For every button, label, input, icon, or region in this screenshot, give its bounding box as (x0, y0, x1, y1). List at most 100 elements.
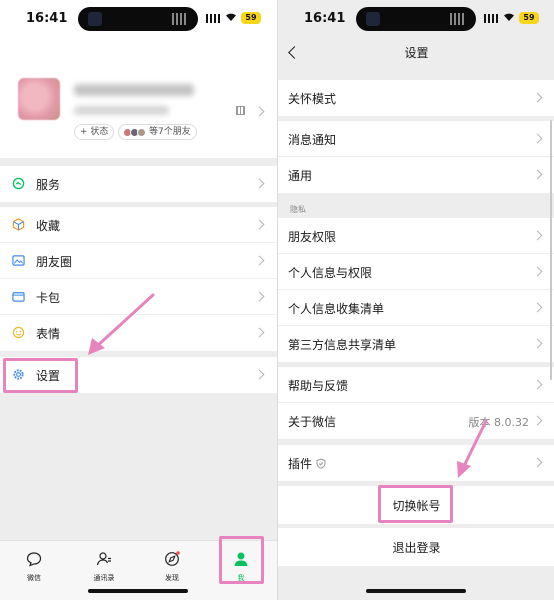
menu-item-label: 服务 (36, 178, 61, 192)
me-tab-highlight-box (219, 536, 264, 584)
moments-icon (12, 255, 25, 266)
qr-code-icon[interactable] (236, 106, 245, 115)
tab-label: 通讯录 (93, 574, 115, 582)
menu-item-label: 表情 (36, 327, 61, 341)
home-indicator (88, 589, 188, 593)
chevron-right-icon (532, 457, 543, 468)
chevron-right-icon (254, 327, 265, 338)
profile-header[interactable]: + 状态 等7个朋友 (0, 36, 277, 158)
friend-avatar (137, 128, 146, 137)
service-icon (12, 177, 25, 190)
settings-info-collection[interactable]: 个人信息收集清单 (278, 290, 554, 326)
contacts-icon (96, 552, 111, 566)
chevron-right-icon (254, 369, 265, 380)
settings-notifications[interactable]: 消息通知 (278, 121, 554, 157)
chevron-right-icon (532, 266, 543, 277)
dynamic-island (356, 7, 476, 31)
chevron-right-icon (254, 291, 265, 302)
home-indicator (366, 589, 466, 593)
chevron-right-icon (532, 338, 543, 349)
row-label: 插件 (288, 457, 313, 471)
tab-discover[interactable]: 发现 (152, 548, 192, 588)
logout-label: 退出登录 (392, 541, 441, 555)
row-label: 帮助与反馈 (288, 379, 349, 393)
switch-account-highlight-box (378, 485, 453, 523)
shield-icon (316, 458, 326, 469)
settings-personal-info[interactable]: 个人信息与权限 (278, 254, 554, 290)
chevron-right-icon (532, 169, 543, 180)
status-time: 16:41 (304, 11, 346, 26)
status-bar: 16:41 59 (0, 0, 277, 36)
row-label: 第三方信息共享清单 (288, 338, 397, 352)
blurred-nickname (74, 84, 194, 96)
nav-bar: 设置 (278, 36, 554, 68)
settings-highlight-box (3, 358, 78, 393)
settings-friend-permissions[interactable]: 朋友权限 (278, 218, 554, 254)
menu-item-favorites[interactable]: 收藏 (0, 207, 277, 243)
chevron-right-icon (532, 415, 543, 426)
row-label: 朋友权限 (288, 230, 337, 244)
menu-item-service[interactable]: 服务 (0, 166, 277, 202)
battery-indicator: 59 (519, 12, 539, 24)
row-label: 通用 (288, 169, 313, 183)
tab-chats[interactable]: 微信 (14, 548, 54, 588)
privacy-group-label: 隐私 (290, 205, 306, 214)
me-screen: 16:41 59 + 状态 等7个朋友 服务 收藏 朋友圈 卡包 表情 设置 微… (0, 0, 277, 600)
tab-label: 发现 (165, 574, 179, 582)
chevron-right-icon (532, 133, 543, 144)
status-button[interactable]: + 状态 (74, 124, 115, 140)
page-title: 设置 (404, 46, 429, 60)
settings-general[interactable]: 通用 (278, 157, 554, 193)
chevron-right-icon (254, 219, 265, 230)
row-label: 个人信息收集清单 (288, 302, 385, 316)
pointer-arrow (88, 293, 155, 355)
status-bar: 16:41 59 (278, 0, 554, 36)
settings-third-party-sharing[interactable]: 第三方信息共享清单 (278, 326, 554, 362)
avatar[interactable] (18, 78, 60, 120)
settings-plugins[interactable]: 插件 (278, 445, 554, 481)
signal-icon (206, 14, 220, 23)
island-app-icon (366, 12, 380, 26)
chevron-right-icon (532, 230, 543, 241)
settings-about[interactable]: 关于微信 版本 8.0.32 (278, 403, 554, 439)
chevron-right-icon (532, 302, 543, 313)
settings-screen: 16:41 59 设置 关怀模式 消息通知 通用 隐私 朋友权限 个人信息与权限 (277, 0, 554, 600)
row-label: 个人信息与权限 (288, 266, 373, 280)
settings-care-mode[interactable]: 关怀模式 (278, 80, 554, 116)
status-time: 16:41 (26, 11, 68, 26)
chevron-right-icon (532, 92, 543, 103)
friends-count-label: 等7个朋友 (149, 127, 191, 137)
chat-icon (26, 552, 42, 567)
card-wallet-icon (12, 292, 25, 302)
chevron-right-icon (254, 106, 265, 117)
chevron-right-icon (254, 178, 265, 189)
discover-icon (165, 551, 180, 566)
menu-item-moments[interactable]: 朋友圈 (0, 243, 277, 279)
favorites-icon (12, 218, 25, 231)
battery-indicator: 59 (241, 12, 261, 24)
dynamic-island (78, 7, 198, 31)
menu-item-label: 朋友圈 (36, 255, 73, 269)
chevron-right-icon (254, 255, 265, 266)
menu-item-label: 收藏 (36, 219, 61, 233)
tab-label: 微信 (27, 574, 41, 582)
audio-wave-icon (450, 13, 464, 25)
row-label: 关于微信 (288, 415, 337, 429)
signal-icon (484, 14, 498, 23)
tab-contacts[interactable]: 通讯录 (84, 548, 124, 588)
row-label: 消息通知 (288, 133, 337, 147)
pointer-arrow (457, 419, 488, 478)
scrollbar[interactable] (550, 120, 552, 380)
audio-wave-icon (172, 13, 186, 25)
wifi-icon (226, 13, 236, 21)
friends-status-chip[interactable]: 等7个朋友 (118, 124, 197, 140)
sticker-icon (12, 326, 25, 339)
settings-help-feedback[interactable]: 帮助与反馈 (278, 367, 554, 403)
logout-button[interactable]: 退出登录 (278, 528, 554, 566)
blurred-wechat-id (74, 106, 169, 115)
chevron-right-icon (532, 379, 543, 390)
menu-item-label: 卡包 (36, 291, 61, 305)
island-app-icon (88, 12, 102, 26)
wifi-icon (504, 13, 514, 21)
row-label: 关怀模式 (288, 92, 337, 106)
